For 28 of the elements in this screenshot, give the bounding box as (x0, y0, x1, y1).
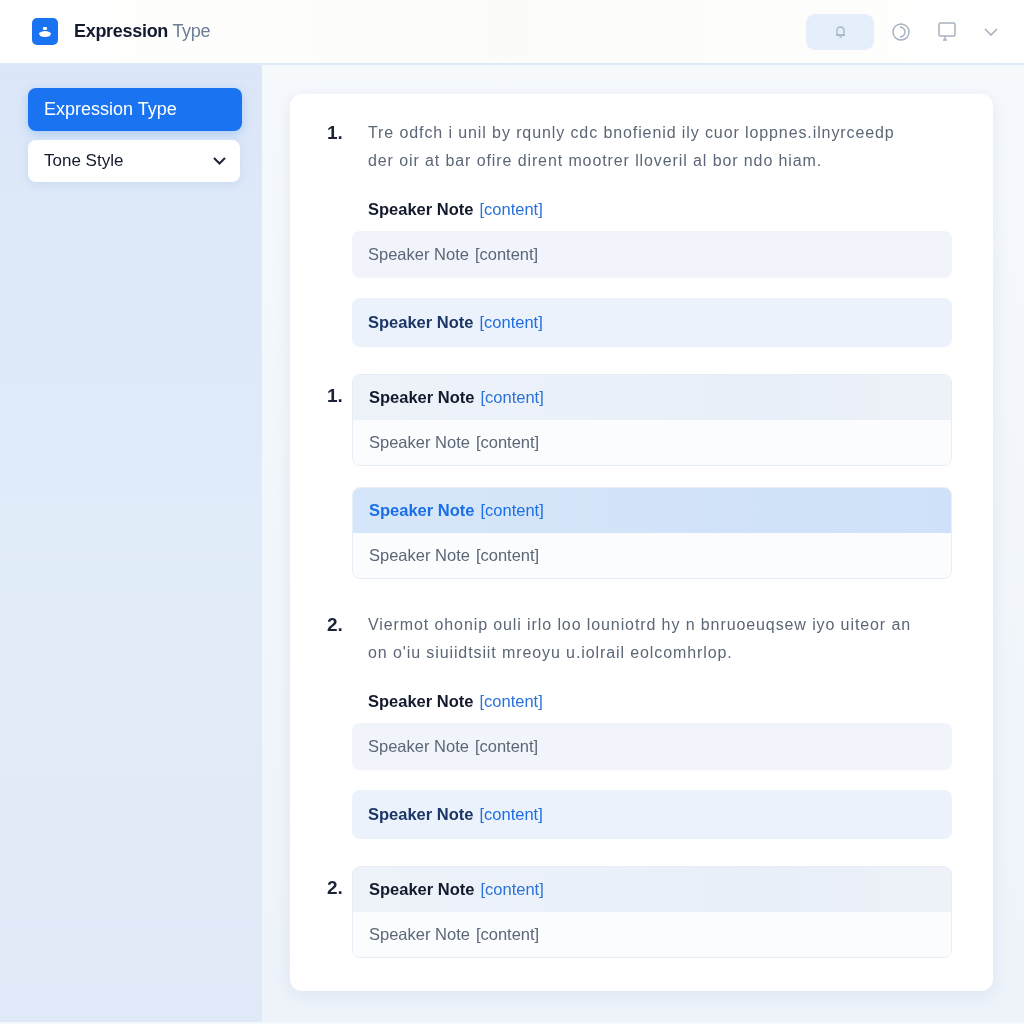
notification-button[interactable] (806, 13, 874, 50)
dropdown-select[interactable]: Tone Style (28, 140, 240, 182)
speaker-note-row: Speaker Note [content] (353, 912, 951, 957)
list-number: 2. (327, 613, 344, 637)
logo-icon (32, 18, 58, 45)
note-card-header[interactable]: Speaker Note [content] (353, 375, 951, 420)
speaker-note-row: Speaker Note [content] (352, 723, 952, 770)
circle-icon[interactable] (892, 22, 910, 41)
list-number: 1. (327, 384, 344, 408)
speaker-note-label: Speaker Note [content] (367, 198, 544, 220)
speaker-note-row: Speaker Note [content] (352, 790, 952, 839)
bell-icon (834, 25, 846, 38)
note-card-header[interactable]: Speaker Note [content] (353, 488, 951, 533)
chevron-down-icon[interactable] (984, 27, 998, 36)
speaker-note-row: Speaker Note [content] (353, 420, 951, 465)
chevron-down-icon (213, 157, 226, 165)
speaker-note-row: Speaker Note [content] (353, 533, 951, 578)
app-title: Expression Type (74, 20, 211, 43)
list-number: 1. (327, 121, 344, 145)
paragraph-text: Tre odfch i unil by rqunly cdc bnofienid ily cuor loppnes.ilnyrceedp der oir at bar ofire dirent mootrer lloveril al bor ndo hiam. (367, 123, 896, 171)
speaker-note-row: Speaker Note [content] (352, 231, 952, 278)
monitor-icon[interactable] (938, 22, 956, 41)
paragraph-text: Viermot ohonip ouli irlo loo louniotrd hy n bnruoeuqsew iyo uiteor an on o'iu siuiidtsiit mreoyu u.iolrail eolcomhrlop. (367, 615, 912, 663)
sidebar-item[interactable]: Expression Type (28, 88, 242, 131)
note-card-header[interactable]: Speaker Note [content] (353, 867, 951, 912)
speaker-note-label: Speaker Note [content] (367, 690, 544, 712)
list-number: 2. (327, 876, 344, 900)
speaker-note-row: Speaker Note [content] (352, 298, 952, 347)
